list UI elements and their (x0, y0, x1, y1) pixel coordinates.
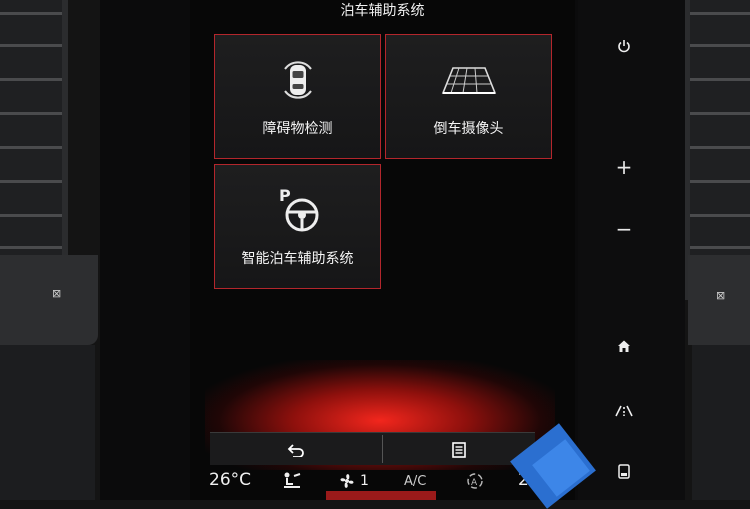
right-lower-panel (692, 345, 750, 500)
left-lower-panel (0, 345, 95, 500)
obstacle-detection-label: 障碍物检测 (262, 121, 333, 137)
park-assist-tile[interactable]: P 智能泊车辅助系统 (214, 164, 381, 289)
menu-list-icon (452, 441, 466, 458)
bottom-nav-bar (210, 432, 535, 465)
air-distribution-icon[interactable] (282, 472, 304, 494)
obstacle-detection-tile[interactable]: 障碍物检测 (214, 34, 381, 159)
rear-camera-icon (441, 67, 496, 94)
rear-camera-label: 倒车摄像头 (433, 121, 504, 137)
home-icon[interactable] (609, 338, 639, 357)
rear-camera-tile[interactable]: 倒车摄像头 (385, 34, 552, 159)
volume-down-button[interactable]: − (609, 217, 639, 241)
svg-text:A: A (471, 478, 478, 488)
power-icon[interactable] (609, 38, 639, 57)
side-control-strip: + − (578, 0, 685, 500)
temperature-readout[interactable]: 26°C (209, 470, 251, 490)
back-button[interactable] (210, 433, 382, 465)
right-vent-close-icon[interactable]: ⊠ (716, 289, 725, 302)
road-navigation-icon[interactable] (609, 402, 639, 421)
park-assist-label: 智能泊车辅助系统 (241, 251, 354, 267)
phone-screen-icon[interactable] (609, 464, 639, 483)
fan-speed-value: 1 (360, 473, 369, 489)
infotainment-screen: 泊车辅助系统 障碍物检测 倒车摄像头 P 智能泊车辅助系统 26°C 1 A/C… (190, 0, 575, 500)
ac-button[interactable]: A/C (404, 474, 426, 489)
page-title: 泊车辅助系统 (340, 3, 425, 19)
volume-up-button[interactable]: + (609, 155, 639, 179)
left-vent-close-icon[interactable]: ⊠ (52, 287, 61, 300)
obstacle-detection-icon (283, 61, 312, 99)
bottom-red-indicator (326, 491, 436, 500)
left-dash-trim (0, 255, 98, 345)
back-arrow-icon (287, 443, 304, 458)
park-letter: P (279, 186, 291, 205)
park-assist-steering-icon: P (279, 186, 318, 232)
auto-climate-icon[interactable]: A (466, 472, 484, 494)
